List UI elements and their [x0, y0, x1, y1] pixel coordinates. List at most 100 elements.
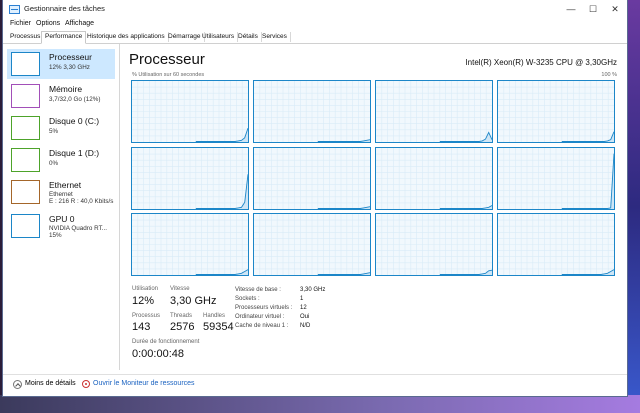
cpu-usage-area	[439, 132, 492, 142]
footer-bar: Moins de détails Ouvrir le Moniteur de r…	[3, 374, 627, 395]
detail-label: Ordinateur virtuel :	[235, 314, 285, 320]
cpu-core-graph	[131, 80, 249, 143]
tab-utilisateurs[interactable]: Utilisateurs	[199, 32, 239, 42]
uptime-value: 0:00:00:48	[132, 348, 184, 360]
utilisation-label: Utilisation	[132, 286, 159, 292]
detail-label: Vitesse de base :	[235, 287, 281, 293]
cpu-usage-line	[561, 153, 614, 209]
detail-label: Cache de niveau 1 :	[235, 323, 289, 329]
sidebar-item-value: 0%	[49, 160, 59, 167]
detail-value: Oui	[300, 314, 310, 320]
cpu-core-graph	[253, 213, 371, 276]
cpu-core-graph	[131, 146, 249, 210]
sidebar-item-value: Ethernet	[49, 191, 73, 198]
cpu-usage-line	[439, 269, 492, 275]
memory-thumbnail	[11, 84, 40, 108]
disk1-thumbnail	[11, 148, 40, 172]
uptime-label: Durée de fonctionnement	[132, 339, 200, 345]
sidebar-item-label: Ethernet	[49, 180, 82, 190]
cpu-usage-area	[195, 173, 248, 209]
maximize-button[interactable]: ☐	[583, 3, 603, 15]
cpu-core-graph	[131, 213, 249, 276]
less-details-link[interactable]: Moins de détails	[25, 380, 76, 387]
menu-affichage[interactable]: Affichage	[65, 20, 94, 27]
detail-value: 1	[300, 296, 304, 302]
utilisation-value: 12%	[132, 295, 155, 307]
cpu-usage-line	[195, 127, 248, 142]
task-manager-window: Gestionnaire des tâches — ☐ ✕ Fichier Op…	[3, 0, 627, 396]
cpu-usage-area	[195, 128, 248, 142]
cpu-core-graph	[497, 213, 615, 276]
page-title: Processeur	[129, 51, 205, 68]
handles-label: Handles	[203, 313, 226, 319]
threads-value: 2576	[170, 321, 195, 333]
cpu-usage-area	[561, 153, 614, 209]
tab-bar: Processus Performance Historique des app…	[3, 31, 627, 44]
sidebar-item-memoire[interactable]: Mémoire 3,7/32,0 Go (12%)	[7, 81, 115, 111]
cpu-core-graph	[375, 80, 493, 143]
sidebar-item-label: Mémoire	[49, 84, 83, 94]
tab-processus[interactable]: Processus	[7, 32, 45, 42]
cpu-core-graph	[253, 146, 371, 210]
tab-services[interactable]: Services	[259, 32, 291, 42]
cpu-usage-area	[561, 131, 614, 142]
threads-label: Threads	[170, 313, 193, 319]
cpu-usage-line	[439, 131, 492, 142]
sidebar-item-processeur[interactable]: Processeur 12% 3,30 GHz	[7, 49, 115, 79]
graph-max-label: 100 %	[601, 72, 617, 78]
detail-value: 12	[300, 305, 307, 311]
cpu-graph-grid[interactable]	[131, 80, 615, 276]
sidebar-item-disque-0[interactable]: Disque 0 (C:) 5%	[7, 113, 115, 143]
cpu-model: Intel(R) Xeon(R) W-3235 CPU @ 3,30GHz	[465, 58, 617, 67]
sidebar-item-label: Disque 1 (D:)	[49, 148, 100, 158]
ethernet-thumbnail	[11, 180, 40, 204]
cpu-usage-line	[195, 269, 248, 275]
cpu-usage-line	[195, 173, 248, 209]
tab-performance[interactable]: Performance	[41, 31, 87, 44]
taskbar-strip	[0, 395, 640, 413]
cpu-core-graph	[497, 80, 615, 143]
sidebar-item-label: Disque 0 (C:)	[49, 116, 100, 126]
sidebar-item-disque-1[interactable]: Disque 1 (D:) 0%	[7, 145, 115, 175]
gpu-thumbnail	[11, 214, 40, 238]
performance-sidebar: Processeur 12% 3,30 GHz Mémoire 3,7/32,0…	[3, 44, 120, 370]
sidebar-item-ethernet[interactable]: Ethernet Ethernet E : 216 R : 40,0 Kbits…	[7, 177, 115, 209]
menu-bar: Fichier Options Affichage	[3, 19, 627, 31]
menu-options[interactable]: Options	[36, 20, 60, 27]
handles-value: 59354	[203, 321, 234, 333]
sidebar-item-throughput: E : 216 R : 40,0 Kbits/s	[49, 198, 114, 205]
sidebar-item-usage: 15%	[49, 232, 62, 239]
sidebar-item-gpu[interactable]: GPU 0 NVIDIA Quadro RT... 15%	[7, 211, 115, 243]
cpu-core-graph	[375, 146, 493, 210]
vitesse-label: Vitesse	[170, 286, 190, 292]
cpu-usage-line	[439, 204, 492, 209]
cpu-stats: Utilisation 12% Vitesse 3,30 GHz Process…	[132, 286, 612, 366]
processus-value: 143	[132, 321, 151, 333]
resource-monitor-link[interactable]: Ouvrir le Moniteur de ressources	[93, 380, 195, 387]
task-manager-icon	[9, 5, 20, 14]
graph-caption: % Utilisation sur 60 secondes	[132, 72, 205, 78]
tab-historique[interactable]: Historique des applications	[84, 32, 169, 42]
sidebar-item-value: 12% 3,30 GHz	[49, 64, 90, 71]
menu-fichier[interactable]: Fichier	[10, 20, 31, 27]
detail-label: Sockets :	[235, 296, 260, 302]
tab-details[interactable]: Détails	[235, 32, 262, 42]
cpu-usage-line	[561, 269, 614, 275]
cpu-usage-line	[561, 131, 614, 142]
sidebar-item-label: GPU 0	[49, 214, 75, 224]
sidebar-item-value: NVIDIA Quadro RT...	[49, 225, 107, 232]
cpu-usage-line	[317, 205, 370, 209]
sidebar-item-value: 5%	[49, 128, 59, 135]
cpu-core-graph	[253, 80, 371, 143]
window-title: Gestionnaire des tâches	[24, 4, 105, 13]
minimize-button[interactable]: —	[561, 3, 581, 15]
title-bar[interactable]: Gestionnaire des tâches — ☐ ✕	[3, 0, 627, 19]
sidebar-item-label: Processeur	[49, 52, 92, 62]
detail-value: 3,30 GHz	[300, 287, 326, 293]
detail-label: Processeurs virtuels :	[235, 305, 293, 311]
cpu-usage-line	[317, 139, 370, 142]
close-button[interactable]: ✕	[605, 3, 625, 15]
vitesse-value: 3,30 GHz	[170, 295, 217, 307]
sidebar-item-value: 3,7/32,0 Go (12%)	[49, 96, 101, 103]
chevron-up-icon[interactable]	[13, 380, 22, 389]
